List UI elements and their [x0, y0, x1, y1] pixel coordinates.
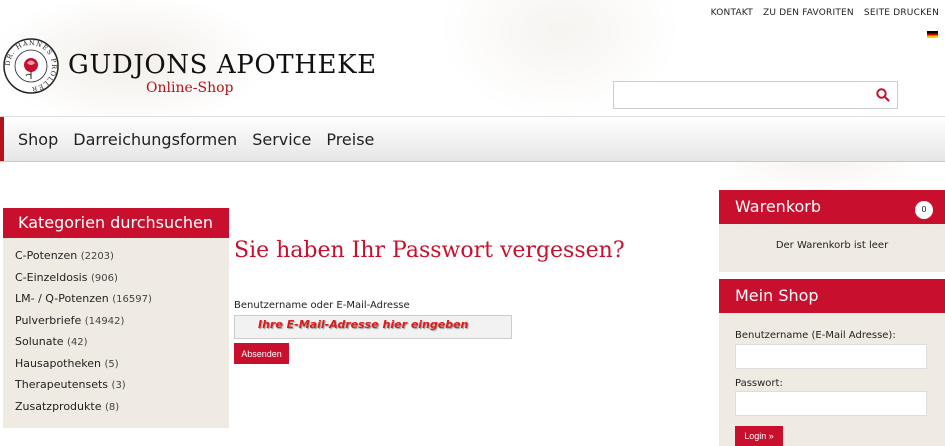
print-page-link[interactable]: SEITE DRUCKEN — [864, 8, 939, 18]
category-item[interactable]: LM- / Q-Potenzen (16597) — [15, 288, 229, 310]
search-box — [613, 81, 898, 109]
logo-title[interactable]: GUDJONS APOTHEKE — [68, 50, 377, 80]
favorites-link[interactable]: ZU DEN FAVORITEN — [763, 8, 854, 18]
category-item[interactable]: Hausapotheken (5) — [15, 353, 229, 375]
cart-count-badge: 0 — [915, 201, 933, 219]
nav-item-preise[interactable]: Preise — [326, 130, 374, 149]
category-name: LM- / Q-Potenzen — [15, 292, 109, 305]
search-icon[interactable] — [875, 87, 891, 103]
cart-panel: Warenkorb 0 Der Warenkorb ist leer — [719, 190, 945, 272]
main-navigation: Shop Darreichungsformen Service Preise — [0, 116, 945, 162]
german-flag-icon[interactable] — [927, 31, 938, 38]
category-count: (14942) — [84, 315, 125, 327]
category-item[interactable]: Solunate (42) — [15, 331, 229, 353]
category-item[interactable]: Zusatzprodukte (8) — [15, 396, 229, 418]
page-title: Sie haben Ihr Passwort vergessen? — [234, 238, 625, 263]
nav-accent-bar — [0, 117, 4, 161]
cart-heading-bar[interactable]: Warenkorb 0 — [719, 190, 945, 224]
login-username-field[interactable] — [736, 345, 926, 366]
submit-button[interactable]: Absenden — [234, 343, 289, 364]
pharmacy-seal-logo: DR. HANNES PRÖLLER — [3, 38, 59, 94]
category-count: (42) — [67, 337, 88, 348]
username-email-label: Benutzername oder E-Mail-Adresse — [234, 300, 410, 311]
nav-item-darreichungsformen[interactable]: Darreichungsformen — [73, 130, 237, 149]
categories-panel: Kategorien durchsuchen C-Potenzen (2203)… — [3, 208, 229, 428]
nav-item-shop[interactable]: Shop — [18, 130, 58, 149]
login-username-wrapper — [735, 344, 927, 369]
category-count: (2203) — [80, 251, 114, 262]
contact-link[interactable]: KONTAKT — [711, 8, 753, 18]
category-count: (16597) — [112, 294, 152, 305]
my-shop-panel: Mein Shop Benutzername (E-Mail Adresse):… — [719, 279, 945, 446]
category-name: Solunate — [15, 335, 64, 348]
category-count: (8) — [104, 401, 120, 413]
my-shop-heading: Mein Shop — [719, 279, 945, 313]
search-input[interactable] — [614, 82, 876, 106]
category-name: Pulverbriefe — [15, 313, 82, 327]
category-item[interactable]: C-Potenzen (2203) — [15, 245, 229, 267]
nav-item-service[interactable]: Service — [252, 130, 311, 149]
login-button[interactable]: Login » — [735, 426, 783, 446]
category-item[interactable]: Therapeutensets (3) — [15, 374, 229, 396]
login-password-label: Passwort: — [735, 378, 783, 389]
top-navigation: KONTAKT ZU DEN FAVORITEN SEITE DRUCKEN — [704, 8, 939, 18]
email-field-wrapper — [234, 315, 512, 339]
category-name: C-Potenzen — [15, 249, 78, 262]
email-field[interactable] — [235, 316, 511, 337]
category-count: (3) — [111, 380, 126, 391]
category-name: C-Einzeldosis — [15, 270, 88, 284]
category-count: (906) — [90, 272, 118, 284]
category-list: C-Potenzen (2203) C-Einzeldosis (906) LM… — [3, 238, 229, 417]
category-name: Hausapotheken — [15, 356, 101, 370]
cart-empty-text: Der Warenkorb ist leer — [775, 240, 889, 251]
category-name: Zusatzprodukte — [15, 399, 102, 413]
login-password-field[interactable] — [736, 392, 926, 413]
category-item[interactable]: Pulverbriefe (14942) — [15, 310, 229, 332]
login-password-wrapper — [735, 391, 927, 416]
categories-heading: Kategorien durchsuchen — [3, 208, 229, 238]
logo-subtitle: Online-Shop — [146, 80, 234, 96]
cart-heading: Warenkorb — [735, 197, 822, 216]
category-name: Therapeutensets — [15, 378, 109, 391]
login-username-label: Benutzername (E-Mail Adresse): — [735, 330, 896, 341]
category-count: (5) — [104, 358, 119, 370]
category-item[interactable]: C-Einzeldosis (906) — [15, 267, 229, 289]
